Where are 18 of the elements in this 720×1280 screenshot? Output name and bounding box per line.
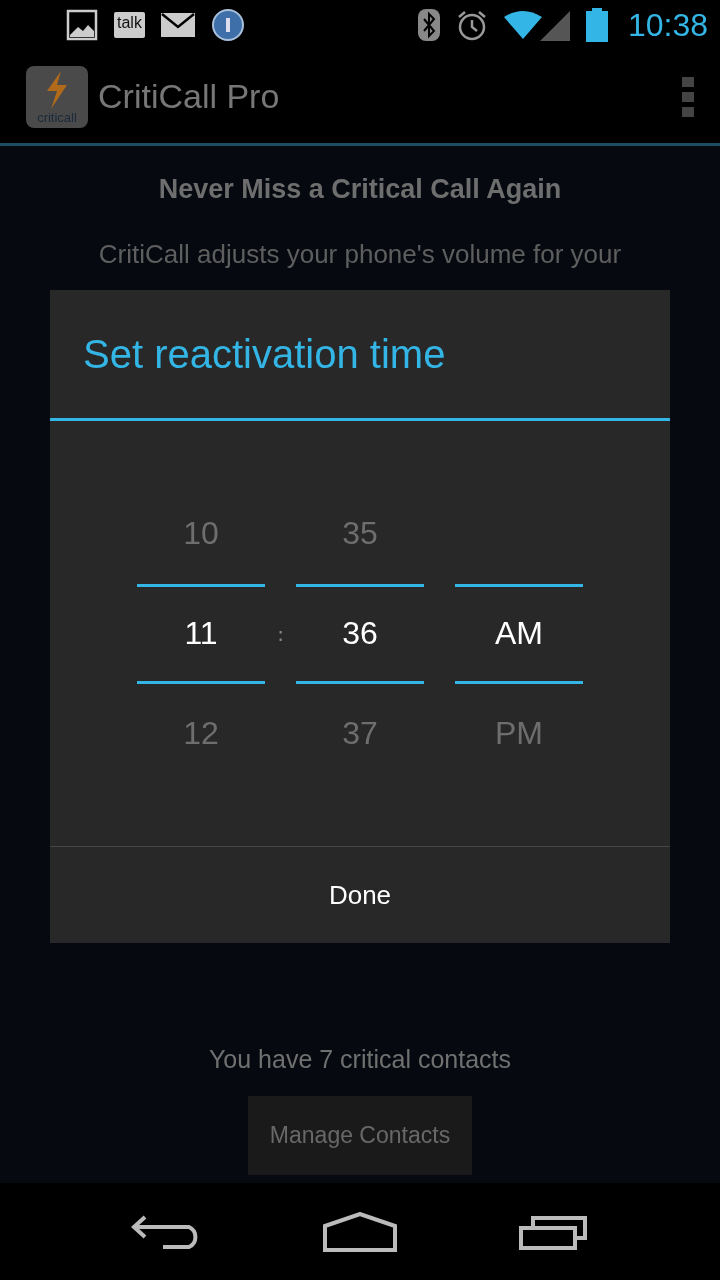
app-title: CritiCall Pro <box>98 77 281 116</box>
picker-value[interactable]: 37 <box>342 715 378 752</box>
picker-value[interactable]: PM <box>495 715 543 752</box>
contacts-count-text: You have 7 critical contacts <box>209 1045 511 1074</box>
done-button[interactable]: Done <box>50 847 670 943</box>
description-text: CritiCall adjusts your phone's volume for your <box>98 239 622 270</box>
picker-value[interactable]: 10 <box>183 515 219 552</box>
picker-value[interactable]: 12 <box>183 715 219 752</box>
dialog-title: Set reactivation time <box>50 290 670 421</box>
selected-picker-value[interactable]: 36 <box>296 583 424 684</box>
selected-picker-value[interactable]: 11 <box>137 583 265 684</box>
selected-picker-value[interactable]: AM <box>455 583 583 684</box>
heading: Never Miss a Critical Call Again <box>158 174 562 205</box>
time-separator: : <box>276 621 285 646</box>
manage-contacts-button[interactable]: Manage Contacts <box>248 1096 472 1175</box>
picker-value[interactable]: 35 <box>342 515 378 552</box>
clock-time: 10:38 <box>627 6 708 44</box>
chat-bubble: talk <box>114 12 145 38</box>
